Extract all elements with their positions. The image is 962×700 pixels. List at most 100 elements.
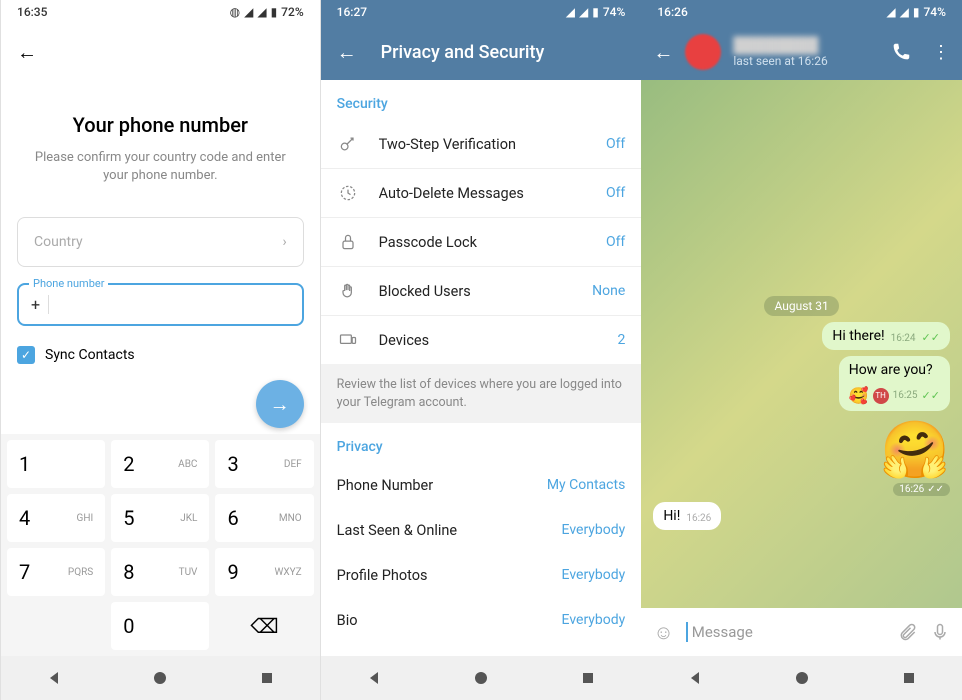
row-auto-delete[interactable]: Auto-Delete Messages Off: [321, 169, 642, 218]
nav-recent-icon[interactable]: [580, 670, 596, 686]
mic-icon[interactable]: [930, 622, 950, 642]
key-2[interactable]: 2ABC: [111, 440, 209, 488]
contact-name: ████████: [733, 36, 878, 54]
privacy-row-lastseen[interactable]: Last Seen & OnlineEverybody: [321, 508, 642, 553]
message-text: Hi!: [663, 508, 680, 524]
wifi-icon: ◢: [244, 5, 253, 19]
chat-body[interactable]: August 31 Hi there! 16:24 ✓✓ How are you…: [641, 80, 962, 608]
battery-percent: 72%: [281, 5, 303, 19]
next-fab-button[interactable]: →: [256, 380, 304, 428]
nav-back-icon[interactable]: [46, 670, 62, 686]
key-1[interactable]: 1: [7, 440, 105, 488]
chat-input-bar: ☺ Message: [641, 608, 962, 656]
location-icon: ◍: [230, 5, 240, 19]
hug-sticker: 🤗: [880, 417, 950, 483]
key-0[interactable]: 0: [111, 602, 209, 650]
key-8[interactable]: 8TUV: [111, 548, 209, 596]
more-icon[interactable]: ⋮: [932, 42, 950, 63]
row-label: Passcode Lock: [379, 234, 586, 251]
message-time: 16:26: [899, 484, 924, 495]
row-value: 2: [617, 332, 625, 348]
nav-back-icon[interactable]: [366, 670, 382, 686]
call-icon[interactable]: [890, 41, 912, 63]
key-9[interactable]: 9WXYZ: [215, 548, 313, 596]
row-label: Two-Step Verification: [379, 136, 586, 153]
message-input[interactable]: Message: [686, 622, 886, 642]
row-value: Off: [606, 185, 625, 201]
page-title: Your phone number: [1, 113, 320, 137]
message-in[interactable]: Hi! 16:26: [653, 502, 721, 530]
signal-icon: ◢: [579, 5, 588, 19]
row-value: None: [592, 283, 625, 299]
message-time: 16:24: [891, 333, 916, 344]
sync-checkbox[interactable]: ✓: [17, 346, 35, 364]
battery-icon: ▮: [271, 5, 278, 19]
reaction-emoji[interactable]: 🥰: [849, 386, 869, 405]
back-button[interactable]: ←: [653, 40, 673, 65]
section-security-title: Security: [321, 80, 642, 120]
sticker-message[interactable]: 🤗 16:26✓✓: [880, 417, 950, 496]
back-button[interactable]: ←: [17, 40, 37, 64]
sync-label: Sync Contacts: [45, 347, 135, 363]
back-button[interactable]: ←: [337, 40, 357, 65]
privacy-row-photos[interactable]: Profile PhotosEverybody: [321, 553, 642, 598]
section-privacy-title: Privacy: [321, 423, 642, 463]
read-check-icon: ✓✓: [922, 389, 940, 402]
phone-input-field[interactable]: Phone number +: [17, 283, 304, 326]
key-3[interactable]: 3DEF: [215, 440, 313, 488]
nav-bar: [321, 656, 642, 700]
emoji-icon[interactable]: ☺: [653, 620, 673, 645]
message-text: How are you?: [849, 362, 933, 378]
status-time: 16:35: [17, 5, 47, 19]
row-blocked[interactable]: Blocked Users None: [321, 267, 642, 316]
battery-percent: 74%: [603, 5, 625, 19]
key-icon: [337, 134, 359, 154]
row-label: Auto-Delete Messages: [379, 185, 586, 202]
status-bar: 16:27 ◢ ◢ ▮ 74%: [321, 0, 642, 24]
battery-icon: ▮: [592, 5, 599, 19]
country-placeholder: Country: [34, 234, 83, 250]
sync-contacts-row[interactable]: ✓ Sync Contacts: [17, 346, 304, 364]
contact-avatar[interactable]: [685, 34, 721, 70]
message-text: Hi there!: [832, 328, 884, 344]
phone-label: Phone number: [29, 277, 108, 290]
row-label: Devices: [379, 332, 598, 349]
status-bar: 16:26 ◢ ◢ ▮ 74%: [641, 0, 962, 24]
battery-icon: ▮: [913, 5, 920, 19]
signal-icon: ◢: [900, 5, 909, 19]
hand-icon: [337, 281, 359, 301]
wifi-icon: ◢: [566, 5, 575, 19]
nav-recent-icon[interactable]: [259, 670, 275, 686]
nav-home-icon[interactable]: [473, 670, 489, 686]
nav-back-icon[interactable]: [687, 670, 703, 686]
row-value: Off: [606, 136, 625, 152]
timer-icon: [337, 183, 359, 203]
row-passcode[interactable]: Passcode Lock Off: [321, 218, 642, 267]
contact-info[interactable]: ████████ last seen at 16:26: [733, 36, 878, 68]
attach-icon[interactable]: [898, 622, 918, 642]
privacy-row-phone[interactable]: Phone NumberMy Contacts: [321, 463, 642, 508]
message-time: 16:26: [686, 513, 711, 524]
row-two-step[interactable]: Two-Step Verification Off: [321, 120, 642, 169]
country-selector[interactable]: Country ›: [17, 217, 304, 267]
read-check-icon: ✓✓: [927, 484, 944, 495]
nav-recent-icon[interactable]: [901, 670, 917, 686]
nav-home-icon[interactable]: [794, 670, 810, 686]
status-time: 16:26: [657, 5, 687, 19]
key-7[interactable]: 7PQRS: [7, 548, 105, 596]
key-4[interactable]: 4GHI: [7, 494, 105, 542]
privacy-row-bio[interactable]: BioEverybody: [321, 598, 642, 643]
nav-home-icon[interactable]: [152, 670, 168, 686]
message-out[interactable]: Hi there! 16:24 ✓✓: [822, 322, 950, 350]
key-backspace[interactable]: ⌫: [215, 602, 313, 650]
status-time: 16:27: [337, 5, 367, 19]
page-subtitle: Please confirm your country code and ent…: [31, 149, 290, 185]
read-check-icon: ✓✓: [922, 331, 940, 344]
numeric-keypad: 1 2ABC 3DEF 4GHI 5JKL 6MNO 7PQRS 8TUV 9W…: [1, 434, 320, 656]
chevron-right-icon: ›: [282, 234, 286, 250]
key-6[interactable]: 6MNO: [215, 494, 313, 542]
key-5[interactable]: 5JKL: [111, 494, 209, 542]
row-value: Off: [606, 234, 625, 250]
row-devices[interactable]: Devices 2: [321, 316, 642, 364]
message-out[interactable]: How are you? 🥰 TH 16:25 ✓✓: [839, 356, 950, 411]
